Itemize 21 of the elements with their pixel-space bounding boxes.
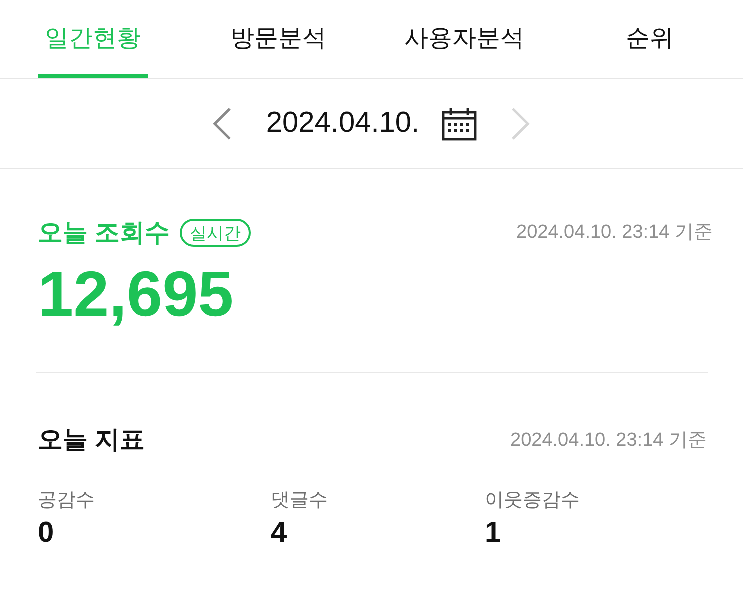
chevron-left-icon xyxy=(212,106,232,140)
views-title: 오늘 조회수 xyxy=(38,220,170,246)
timestamp-text: 2024.04.10. 23:14 기준 xyxy=(516,221,713,245)
metric-label: 이웃증감수 xyxy=(485,489,581,513)
metric-label: 공감수 xyxy=(38,489,96,513)
metric-label: 댓글수 xyxy=(271,489,329,513)
timestamp-text: 2024.04.10. 23:14 기준 xyxy=(510,428,707,452)
tab[interactable]: 사용자분석 xyxy=(397,0,532,78)
calendar-button[interactable] xyxy=(442,106,477,140)
metric-value: 4 xyxy=(271,517,288,549)
tab[interactable]: 방문분석 xyxy=(224,0,334,78)
realtime-badge: 실시간 xyxy=(180,219,251,248)
chevron-right-icon xyxy=(510,106,531,140)
calendar-icon xyxy=(442,106,477,140)
metric-value: 0 xyxy=(38,517,56,549)
indicators-title: 오늘 지표 xyxy=(38,428,145,454)
metric-value: 1 xyxy=(485,517,502,549)
previous-day-button[interactable] xyxy=(211,106,234,140)
date-text: 2024.04.10. xyxy=(266,109,420,138)
view-count: 12,695 xyxy=(38,262,235,326)
tab[interactable]: 순위 xyxy=(619,0,682,78)
